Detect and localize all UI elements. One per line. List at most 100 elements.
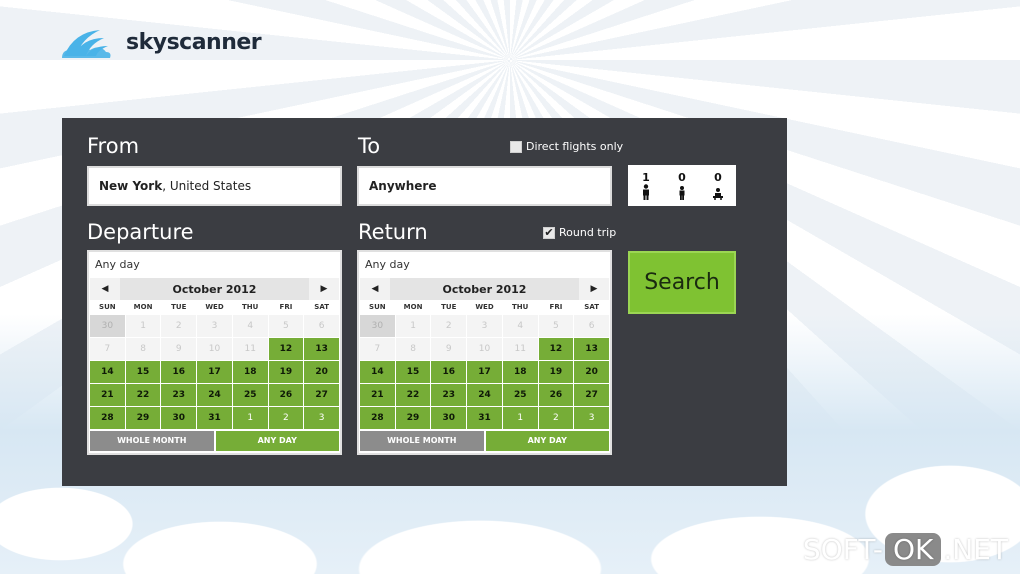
calendar-day: 8 <box>395 338 431 360</box>
calendar-day[interactable]: 3 <box>304 407 339 429</box>
calendar-day[interactable]: 17 <box>197 361 232 383</box>
calendar-day[interactable]: 16 <box>161 361 197 383</box>
calendar-day[interactable]: 18 <box>232 361 268 383</box>
calendar-day[interactable]: 12 <box>538 338 574 360</box>
weekday-header: SAT <box>314 303 329 311</box>
calendar-day: 11 <box>232 338 268 360</box>
departure-calendar-footer: WHOLE MONTH ANY DAY <box>89 431 340 451</box>
brand-name: skyscanner <box>126 29 262 55</box>
return-any-day-button[interactable]: ANY DAY <box>485 431 609 451</box>
weekday-header: THU <box>242 303 259 311</box>
calendar-day[interactable]: 13 <box>574 338 609 360</box>
weekday-header: TUE <box>441 303 457 311</box>
calendar-day[interactable]: 22 <box>125 384 161 406</box>
calendar-day[interactable]: 2 <box>538 407 574 429</box>
return-month-title: October 2012 <box>442 282 527 296</box>
calendar-day[interactable]: 19 <box>538 361 574 383</box>
round-trip-toggle[interactable]: ✔ Round trip <box>543 226 616 239</box>
calendar-day[interactable]: 21 <box>90 384 125 406</box>
calendar-day[interactable]: 24 <box>467 384 502 406</box>
calendar-day: 5 <box>538 315 574 337</box>
calendar-day[interactable]: 31 <box>467 407 502 429</box>
calendar-day[interactable]: 18 <box>502 361 538 383</box>
calendar-day[interactable]: 23 <box>161 384 197 406</box>
next-month-arrow-icon[interactable]: ▶ <box>309 278 339 300</box>
adult-passengers[interactable]: 1 <box>631 171 661 200</box>
calendar-day: 1 <box>395 315 431 337</box>
departure-any-day-button[interactable]: ANY DAY <box>215 431 339 451</box>
calendar-day[interactable]: 31 <box>197 407 232 429</box>
calendar-day: 4 <box>502 315 538 337</box>
calendar-day[interactable]: 15 <box>125 361 161 383</box>
calendar-day[interactable]: 12 <box>268 338 304 360</box>
from-label: From <box>87 134 140 158</box>
to-input[interactable]: Anywhere <box>357 166 612 206</box>
return-any-day-text[interactable]: Any day <box>359 252 610 278</box>
calendar-day[interactable]: 28 <box>90 407 125 429</box>
calendar-day[interactable]: 20 <box>574 361 609 383</box>
calendar-day: 1 <box>125 315 161 337</box>
calendar-day[interactable]: 30 <box>161 407 197 429</box>
calendar-day[interactable]: 29 <box>395 407 431 429</box>
departure-any-day-text[interactable]: Any day <box>89 252 340 278</box>
calendar-day[interactable]: 15 <box>395 361 431 383</box>
adult-icon <box>643 184 649 200</box>
weekday-header: MON <box>133 303 153 311</box>
calendar-day[interactable]: 17 <box>467 361 502 383</box>
calendar-day: 9 <box>431 338 467 360</box>
calendar-day: 10 <box>467 338 502 360</box>
calendar-day[interactable]: 26 <box>538 384 574 406</box>
prev-month-arrow-icon[interactable]: ◀ <box>360 278 390 300</box>
prev-month-arrow-icon[interactable]: ◀ <box>90 278 120 300</box>
weekday-header: SUN <box>369 303 386 311</box>
return-day-grid: SUN MON TUE WED THU FRI SAT 30 1 2 3 4 5 6 7 8 9 10 11 12 13… <box>359 300 610 429</box>
calendar-day[interactable]: 1 <box>502 407 538 429</box>
child-passengers[interactable]: 0 <box>667 171 697 200</box>
departure-month-title: October 2012 <box>172 282 257 296</box>
next-month-arrow-icon[interactable]: ▶ <box>579 278 609 300</box>
calendar-day: 2 <box>431 315 467 337</box>
from-country: , United States <box>162 179 252 193</box>
calendar-day[interactable]: 27 <box>304 384 339 406</box>
skyscanner-logo: skyscanner <box>60 22 262 62</box>
departure-whole-month-button[interactable]: WHOLE MONTH <box>90 431 214 451</box>
from-input[interactable]: New York, United States <box>87 166 342 206</box>
calendar-day[interactable]: 14 <box>360 361 395 383</box>
calendar-day[interactable]: 30 <box>431 407 467 429</box>
infant-passengers[interactable]: 0 <box>703 171 733 200</box>
calendar-day[interactable]: 25 <box>232 384 268 406</box>
return-calendar: Any day ◀ October 2012 ▶ SUN MON TUE WED THU… <box>357 250 612 455</box>
calendar-day[interactable]: 2 <box>268 407 304 429</box>
weekday-header: FRI <box>279 303 293 311</box>
calendar-day[interactable]: 16 <box>431 361 467 383</box>
infant-icon <box>713 188 723 200</box>
calendar-day[interactable]: 22 <box>395 384 431 406</box>
calendar-day: 4 <box>232 315 268 337</box>
calendar-day[interactable]: 3 <box>574 407 609 429</box>
round-trip-checkbox[interactable]: ✔ <box>543 226 555 239</box>
calendar-day[interactable]: 13 <box>304 338 339 360</box>
calendar-day[interactable]: 1 <box>232 407 268 429</box>
calendar-day[interactable]: 25 <box>502 384 538 406</box>
search-button[interactable]: Search <box>628 251 736 314</box>
calendar-day[interactable]: 28 <box>360 407 395 429</box>
direct-flights-toggle[interactable]: Direct flights only <box>510 140 623 153</box>
weekday-header: WED <box>205 303 224 311</box>
calendar-day[interactable]: 14 <box>90 361 125 383</box>
calendar-day[interactable]: 23 <box>431 384 467 406</box>
child-count: 0 <box>678 171 686 184</box>
return-whole-month-button[interactable]: WHOLE MONTH <box>360 431 484 451</box>
calendar-day[interactable]: 29 <box>125 407 161 429</box>
calendar-day[interactable]: 19 <box>268 361 304 383</box>
departure-day-grid: SUN MON TUE WED THU FRI SAT 30 1 2 3 4 5 6 7 8 9 10 11 12 13… <box>89 300 340 429</box>
calendar-day[interactable]: 21 <box>360 384 395 406</box>
calendar-day[interactable]: 27 <box>574 384 609 406</box>
direct-flights-checkbox[interactable] <box>510 140 522 153</box>
calendar-day: 3 <box>197 315 232 337</box>
calendar-day[interactable]: 20 <box>304 361 339 383</box>
weekday-header: WED <box>475 303 494 311</box>
calendar-day[interactable]: 24 <box>197 384 232 406</box>
passenger-selector[interactable]: 1 0 0 <box>628 165 736 206</box>
weekday-header: THU <box>512 303 529 311</box>
calendar-day[interactable]: 26 <box>268 384 304 406</box>
